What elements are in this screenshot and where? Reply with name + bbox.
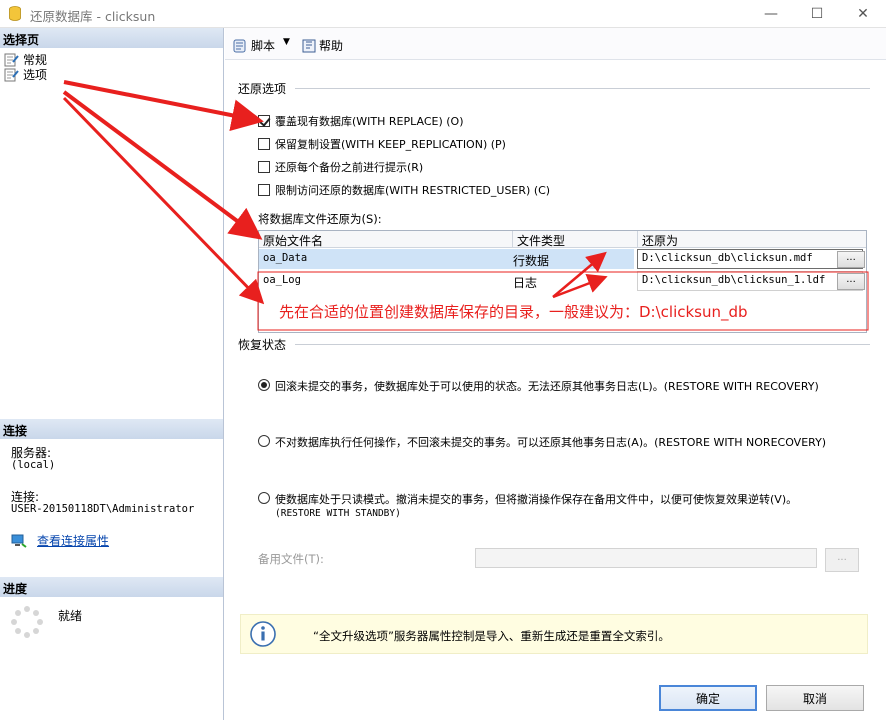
- option-label: 限制访问还原的数据库(WITH RESTRICTED_USER) (C): [275, 184, 551, 197]
- restore-path-input[interactable]: D:\clicksun_db\clicksun_1.ldf: [637, 271, 863, 291]
- option-label: 覆盖现有数据库(WITH REPLACE) (O): [275, 115, 464, 128]
- page-item-options[interactable]: 选项: [4, 66, 47, 83]
- browse-button[interactable]: ...: [837, 273, 865, 290]
- server-value: (local): [11, 459, 56, 471]
- file-type: 日志: [513, 276, 538, 290]
- divider: [295, 88, 870, 89]
- column-header: 文件类型: [517, 234, 566, 248]
- maximize-icon: ☐: [810, 6, 824, 22]
- option-label: 还原每个备份之前进行提示(R): [275, 161, 424, 174]
- recovery-option-standby[interactable]: 使数据库处于只读模式。撤消未提交的事务，但将撤消操作保存在备用文件中，以便可使恢…: [258, 491, 797, 519]
- checkbox[interactable]: [258, 161, 270, 173]
- file-type: 行数据: [509, 249, 634, 269]
- progress-header: 进度: [0, 577, 223, 597]
- info-text: “全文升级选项”服务器属性控制是导入、重新生成还是重置全文索引。: [313, 629, 670, 643]
- cancel-button[interactable]: 取消: [766, 685, 864, 711]
- recovery-option-label-line2: (RESTORE WITH STANDBY): [275, 508, 401, 519]
- recovery-option-label: 回滚未提交的事务，使数据库处于可以使用的状态。无法还原其他事务日志(L)。(RE…: [275, 380, 819, 393]
- annotation-text: 先在合适的位置创建数据库保存的目录，一般建议为：D:\clicksun_db: [279, 303, 748, 321]
- table-row[interactable]: oa_Log 日志 D:\clicksun_db\clicksun_1.ldf …: [259, 271, 866, 292]
- info-box: “全文升级选项”服务器属性控制是导入、重新生成还是重置全文索引。: [240, 614, 868, 654]
- browse-button[interactable]: ...: [837, 251, 865, 268]
- progress-status: 就绪: [58, 609, 83, 623]
- view-connection-properties-label: 查看连接属性: [37, 534, 110, 548]
- connection-header: 连接: [0, 419, 223, 439]
- chevron-down-icon: ▼: [283, 37, 290, 47]
- checkbox[interactable]: [258, 115, 270, 127]
- column-header: 原始文件名: [263, 234, 324, 248]
- connection-label: 连接:: [11, 490, 40, 504]
- help-icon: [302, 39, 316, 52]
- recovery-option-no-recovery[interactable]: 不对数据库执行任何操作，不回滚未提交的事务。可以还原其他事务日志(A)。(RES…: [258, 434, 826, 450]
- page-settings-icon: [4, 53, 19, 66]
- window-title: 还原数据库 - clicksun: [30, 9, 156, 24]
- database-icon: [9, 6, 21, 21]
- script-label: 脚本: [251, 39, 276, 53]
- help-button[interactable]: 帮助: [302, 37, 343, 54]
- close-icon: ✕: [857, 6, 869, 22]
- option-label: 保留复制设置(WITH KEEP_REPLICATION) (P): [275, 138, 506, 151]
- info-icon: [250, 621, 276, 647]
- close-button[interactable]: ✕: [840, 0, 886, 28]
- minimize-button[interactable]: —: [748, 0, 794, 28]
- radio[interactable]: [258, 492, 270, 504]
- script-button[interactable]: 脚本: [232, 37, 275, 54]
- restore-files-label: 将数据库文件还原为(S):: [258, 212, 382, 226]
- maximize-button[interactable]: ☐: [794, 0, 840, 28]
- recovery-option-label: 使数据库处于只读模式。撤消未提交的事务，但将撤消操作保存在备用文件中，以便可使恢…: [275, 493, 798, 506]
- script-dropdown[interactable]: ▼: [283, 37, 290, 47]
- restore-options-label: 还原选项: [238, 82, 287, 96]
- file-name: oa_Data: [259, 249, 509, 269]
- checkbox[interactable]: [258, 138, 270, 150]
- select-page-header: 选择页: [0, 28, 223, 48]
- page-settings-icon: [4, 68, 19, 81]
- left-pane: 选择页 常规 选项 连接 服务器: (local) 连接: USER-20150…: [0, 28, 224, 720]
- restore-path-input[interactable]: D:\clicksun_db\clicksun.mdf: [637, 249, 863, 269]
- column-header: 还原为: [642, 234, 679, 248]
- divider: [295, 344, 870, 345]
- help-label: 帮助: [319, 39, 344, 53]
- recovery-option-label: 不对数据库执行任何操作，不回滚未提交的事务。可以还原其他事务日志(A)。(RES…: [275, 436, 827, 449]
- standby-file-input[interactable]: [475, 548, 817, 568]
- view-connection-properties-link[interactable]: 查看连接属性: [11, 532, 109, 549]
- script-icon: [233, 39, 246, 52]
- title-bar: 还原数据库 - clicksun — ☐ ✕: [0, 0, 886, 28]
- ok-button[interactable]: 确定: [659, 685, 757, 711]
- radio[interactable]: [258, 379, 270, 391]
- right-pane: 脚本 ▼ 帮助 还原选项 覆盖现有数据库(WITH REPLACE) (O) 保…: [225, 28, 886, 720]
- connection-properties-icon: [11, 534, 27, 548]
- option-restricted-user[interactable]: 限制访问还原的数据库(WITH RESTRICTED_USER) (C): [258, 182, 550, 198]
- minimize-icon: —: [764, 6, 778, 22]
- server-label: 服务器:: [11, 446, 52, 460]
- radio[interactable]: [258, 435, 270, 447]
- grid-header: 原始文件名 文件类型 还原为: [259, 231, 866, 248]
- page-item-label: 选项: [23, 68, 48, 82]
- table-row[interactable]: oa_Data 行数据 D:\clicksun_db\clicksun.mdf …: [259, 249, 866, 270]
- option-prompt-before-restore[interactable]: 还原每个备份之前进行提示(R): [258, 159, 423, 175]
- file-name: oa_Log: [263, 274, 301, 286]
- progress-spinner-icon: [11, 606, 43, 638]
- connection-value: USER-20150118DT\Administrator: [11, 503, 195, 515]
- standby-file-label: 备用文件(T):: [258, 552, 324, 566]
- checkbox[interactable]: [258, 184, 270, 196]
- recovery-option-with-recovery[interactable]: 回滚未提交的事务，使数据库处于可以使用的状态。无法还原其他事务日志(L)。(RE…: [258, 378, 819, 394]
- option-with-replace[interactable]: 覆盖现有数据库(WITH REPLACE) (O): [258, 113, 464, 129]
- toolbar: 脚本 ▼ 帮助: [225, 28, 886, 60]
- recovery-state-label: 恢复状态: [238, 338, 287, 352]
- option-keep-replication[interactable]: 保留复制设置(WITH KEEP_REPLICATION) (P): [258, 136, 506, 152]
- standby-browse-button[interactable]: ...: [825, 548, 859, 572]
